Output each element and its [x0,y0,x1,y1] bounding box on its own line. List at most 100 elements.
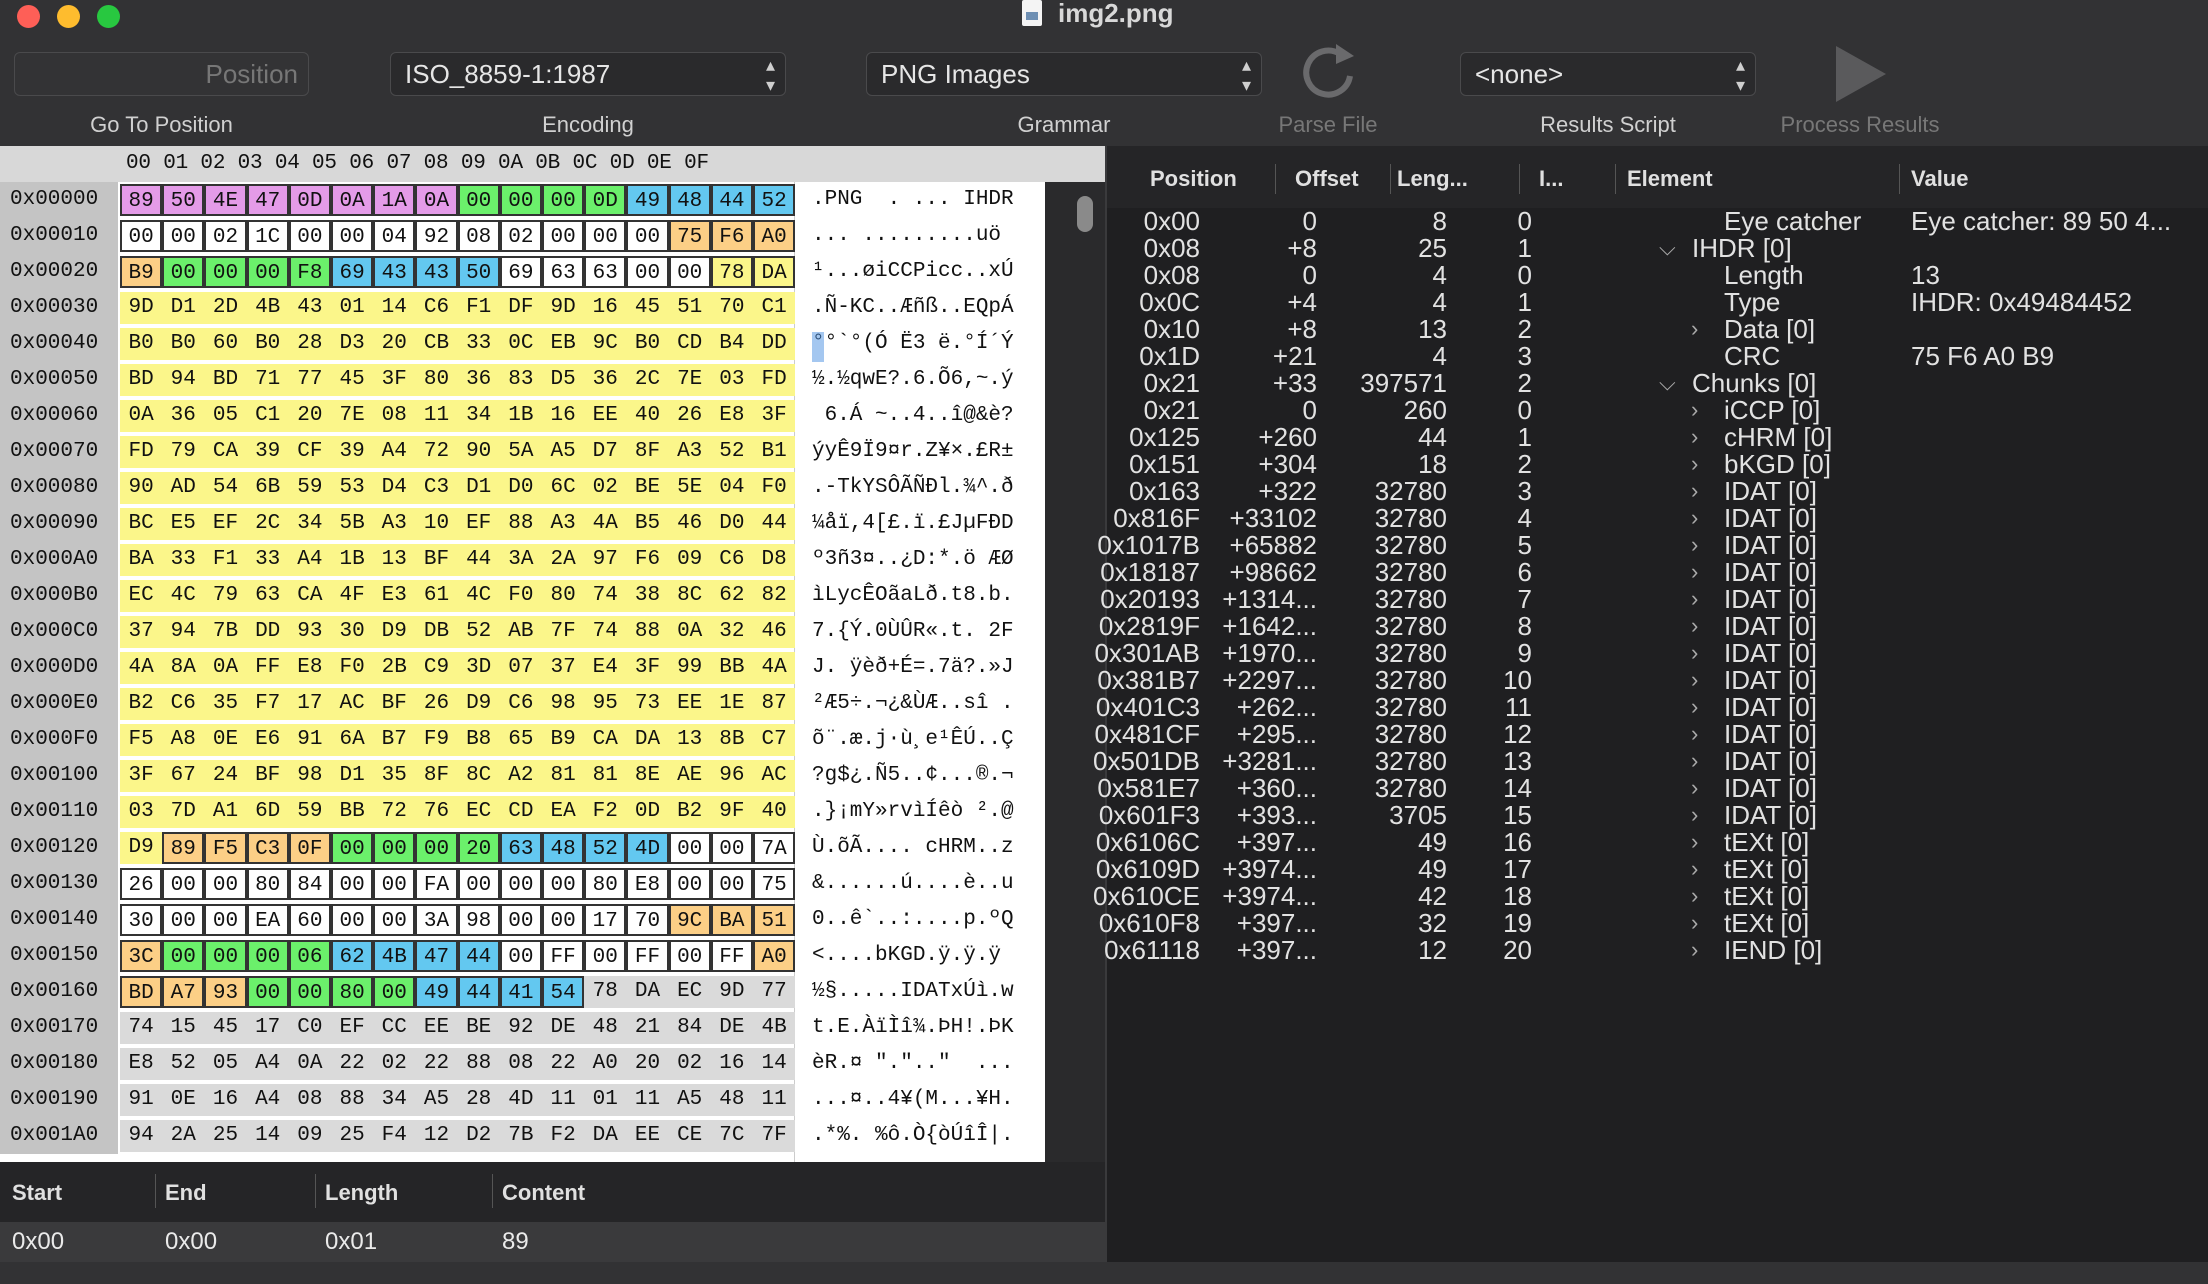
hex-byte[interactable]: 1B [331,544,374,576]
hex-byte[interactable]: 7F [542,616,585,648]
hex-byte[interactable]: 00 [331,220,374,252]
hex-byte[interactable]: 0D [626,796,669,828]
hex-byte[interactable]: 70 [710,292,753,324]
hex-byte[interactable]: FF [710,940,753,972]
hex-byte[interactable]: 7F [753,1120,796,1152]
minimize-icon[interactable] [57,5,80,28]
hex-byte[interactable]: D4 [373,472,416,504]
hex-byte[interactable]: 53 [331,472,374,504]
hex-byte[interactable]: C0 [288,1012,331,1044]
hex-byte[interactable]: 26 [415,688,458,720]
hex-byte[interactable]: A2 [499,760,542,792]
hex-byte[interactable]: 9C [584,328,627,360]
element-column-header[interactable]: Element [1627,166,1713,192]
hex-byte[interactable]: 00 [373,832,416,864]
hex-byte[interactable]: BE [626,472,669,504]
hex-byte[interactable]: 94 [120,1120,163,1152]
hex-byte[interactable]: 00 [331,832,374,864]
hex-byte[interactable]: 1B [499,400,542,432]
hex-byte[interactable]: C1 [753,292,796,324]
hex-byte[interactable]: EF [457,508,500,540]
hex-byte[interactable]: A7 [162,976,205,1008]
hex-byte[interactable]: 39 [246,436,289,468]
hex-byte[interactable]: 0D [584,184,627,216]
hex-byte[interactable]: D9 [120,832,163,864]
hex-byte[interactable]: 01 [584,1084,627,1116]
hex-byte[interactable]: 00 [710,868,753,900]
hex-byte[interactable]: EB [542,328,585,360]
hex-byte[interactable]: AC [753,760,796,792]
hex-byte[interactable]: 08 [499,1048,542,1080]
hex-byte[interactable]: 16 [204,1084,247,1116]
hex-byte[interactable]: 10 [415,508,458,540]
hex-byte[interactable]: 00 [162,940,205,972]
hex-row[interactable]: 0x00100 3F 67 24 BF 98 D1 35 8F 8C A2 81 81 8E AE 96 AC?… [0,758,1105,794]
hex-byte[interactable]: D0 [499,472,542,504]
hex-byte[interactable]: 35 [373,760,416,792]
hex-byte[interactable]: 00 [457,184,500,216]
hex-row[interactable]: 0x00140 30 00 00 EA 60 00 00 3A 98 00 00 17 70 9C BA 51 0… [0,902,1105,938]
hex-byte[interactable]: 1E [710,688,753,720]
hex-row[interactable]: 0x00150 3C 00 00 00 06 62 4B 47 44 00 FF 00 FF 00 FF A0 <… [0,938,1105,974]
hex-byte[interactable]: C6 [162,688,205,720]
chevron-right-icon[interactable]: › [1691,883,1698,909]
chevron-right-icon[interactable]: › [1691,856,1698,882]
hex-byte[interactable]: 90 [457,436,500,468]
ascii-text[interactable]: J. ÿèð+É=.7ä?.»J [812,650,1014,686]
hex-byte[interactable]: 62 [710,580,753,612]
hex-byte[interactable]: 44 [710,184,753,216]
hex-byte[interactable]: F0 [753,472,796,504]
hex-byte[interactable]: 37 [542,652,585,684]
hex-byte[interactable]: 98 [288,760,331,792]
hex-byte[interactable]: 44 [457,976,500,1008]
hex-byte[interactable]: BF [373,688,416,720]
hex-byte[interactable]: 84 [668,1012,711,1044]
hex-byte[interactable]: 69 [331,256,374,288]
hex-byte[interactable]: 17 [246,1012,289,1044]
hex-byte[interactable]: 77 [753,976,796,1008]
hex-byte[interactable]: 6B [246,472,289,504]
hex-byte[interactable]: 4D [626,832,669,864]
hex-byte[interactable]: A3 [542,508,585,540]
hex-byte[interactable]: D3 [331,328,374,360]
hex-byte[interactable]: F7 [246,688,289,720]
hex-byte[interactable]: 3A [499,544,542,576]
hex-byte[interactable]: 11 [415,400,458,432]
length-column-header[interactable]: Leng... [1397,166,1468,192]
hex-byte[interactable]: 52 [710,436,753,468]
hex-byte[interactable]: 00 [542,904,585,936]
hex-byte[interactable]: 93 [204,976,247,1008]
hex-byte[interactable]: A4 [288,544,331,576]
hex-byte[interactable]: 5E [668,472,711,504]
hex-byte[interactable]: 00 [288,976,331,1008]
hex-byte[interactable]: 48 [542,832,585,864]
hex-byte[interactable]: 3D [457,652,500,684]
hex-row[interactable]: 0x00000 89 50 4E 47 0D 0A 1A 0A 00 00 00 0D 49 48 44 52.… [0,182,1105,218]
hex-byte[interactable]: 88 [626,616,669,648]
hex-byte[interactable]: 50 [457,256,500,288]
hex-byte[interactable]: 00 [373,868,416,900]
hex-byte[interactable]: 94 [162,364,205,396]
ascii-text[interactable]: 0..ê`..:....p.ºQ [812,902,1014,938]
hex-byte[interactable]: CE [668,1120,711,1152]
hex-byte[interactable]: 44 [753,508,796,540]
hex-byte[interactable]: 89 [162,832,205,864]
hex-byte[interactable]: 8B [710,724,753,756]
hex-byte[interactable]: 9D [120,292,163,324]
hex-byte[interactable]: 02 [204,220,247,252]
hex-byte[interactable]: 00 [204,940,247,972]
hex-byte[interactable]: 7C [710,1120,753,1152]
hex-byte[interactable]: 5B [331,508,374,540]
hex-byte[interactable]: 0E [204,724,247,756]
hex-byte[interactable]: 09 [288,1120,331,1152]
hex-byte[interactable]: 67 [162,760,205,792]
selection-row[interactable]: 0x00 0x00 0x01 89 [0,1222,1105,1262]
hex-byte[interactable]: 14 [373,292,416,324]
hex-byte[interactable]: 34 [457,400,500,432]
hex-byte[interactable]: 9F [710,796,753,828]
hex-byte[interactable]: FF [246,652,289,684]
hex-byte[interactable]: A4 [373,436,416,468]
hex-byte[interactable]: F2 [542,1120,585,1152]
hex-byte[interactable]: 78 [710,256,753,288]
hex-byte[interactable]: B8 [457,724,500,756]
